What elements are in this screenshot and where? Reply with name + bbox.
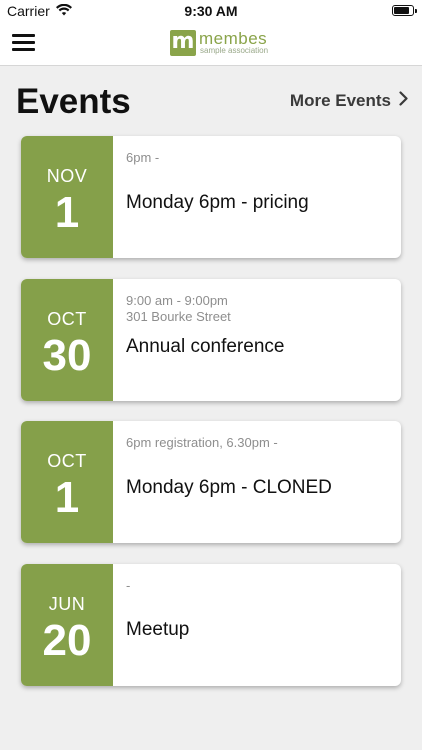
event-title: Annual conference bbox=[126, 336, 285, 357]
event-day: 1 bbox=[54, 188, 80, 237]
event-date: JUN 20 bbox=[21, 564, 113, 686]
event-month: JUN bbox=[48, 594, 86, 614]
event-card[interactable]: JUN 20 - Meetup bbox=[21, 564, 401, 686]
event-time: 6pm - bbox=[126, 150, 160, 165]
event-time: - bbox=[126, 578, 131, 593]
event-month: NOV bbox=[46, 166, 88, 186]
status-bar: Carrier 9:30 AM bbox=[0, 0, 422, 22]
event-card[interactable]: OCT 30 9:00 am - 9:00pm 301 Bourke Stree… bbox=[21, 279, 401, 401]
more-events-link[interactable]: More Events bbox=[290, 91, 408, 111]
event-time: 6pm registration, 6.30pm - bbox=[126, 435, 278, 450]
event-card[interactable]: NOV 1 6pm - Monday 6pm - pricing bbox=[21, 136, 401, 258]
event-month: OCT bbox=[47, 309, 87, 329]
event-date: NOV 1 bbox=[21, 136, 113, 258]
status-time: 9:30 AM bbox=[184, 3, 238, 19]
event-time-location: 9:00 am - 9:00pm 301 Bourke Street bbox=[126, 293, 231, 324]
event-card[interactable]: OCT 1 6pm registration, 6.30pm - Monday … bbox=[21, 421, 401, 543]
more-events-label: More Events bbox=[289, 91, 391, 110]
navigation-bar: m membes sample association bbox=[0, 22, 422, 66]
event-month: OCT bbox=[47, 451, 87, 471]
logo-mark: m bbox=[170, 29, 196, 56]
logo-tagline: sample association bbox=[200, 46, 269, 55]
chevron-right-icon bbox=[399, 91, 408, 111]
event-title: Monday 6pm - pricing bbox=[126, 192, 309, 213]
event-day: 30 bbox=[42, 331, 92, 380]
hamburger-menu-icon[interactable] bbox=[12, 33, 36, 53]
page-title: Events bbox=[16, 82, 131, 121]
event-title: Meetup bbox=[126, 619, 190, 640]
battery-icon bbox=[392, 5, 417, 16]
event-day: 1 bbox=[54, 473, 80, 522]
event-date: OCT 1 bbox=[21, 421, 113, 543]
events-header: Events More Events bbox=[0, 66, 422, 136]
event-date: OCT 30 bbox=[21, 279, 113, 401]
event-day: 20 bbox=[42, 616, 92, 665]
event-title: Monday 6pm - CLONED bbox=[126, 477, 332, 498]
